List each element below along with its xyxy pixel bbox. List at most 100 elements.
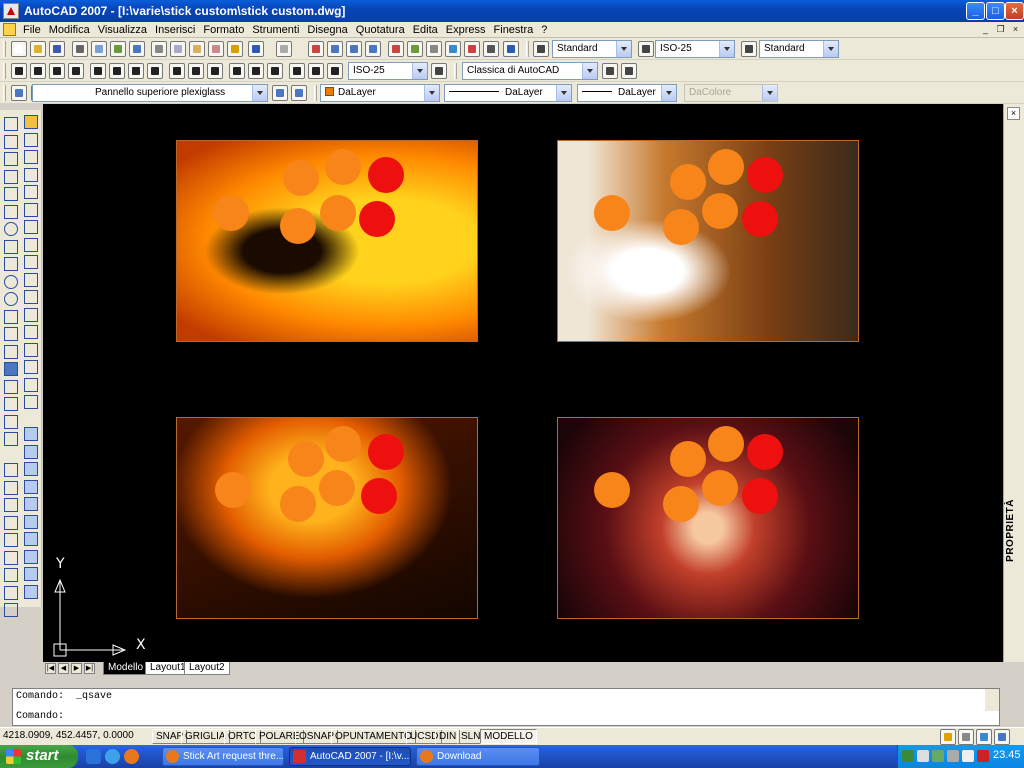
doc-minimize-button[interactable]: _ — [979, 24, 992, 35]
orange-circle[interactable] — [280, 486, 316, 522]
orange-circle[interactable] — [215, 472, 251, 508]
status-tray-icon[interactable] — [976, 729, 992, 745]
red-circle[interactable] — [368, 434, 404, 470]
layer-manager-icon[interactable] — [11, 85, 27, 101]
document-icon[interactable] — [3, 23, 16, 36]
find-icon[interactable] — [3, 515, 18, 530]
order-back-icon[interactable] — [23, 444, 38, 459]
line-icon[interactable] — [3, 116, 18, 131]
orange-circle[interactable] — [288, 441, 324, 477]
menu-item[interactable]: Finestra — [490, 23, 538, 37]
properties-palette-collapsed[interactable]: × PROPRIETÀ — [1003, 104, 1024, 662]
ellipse-icon[interactable] — [3, 274, 18, 289]
dim-update-icon[interactable] — [327, 63, 343, 79]
match-properties-icon[interactable] — [208, 41, 224, 57]
scale-text-icon[interactable] — [3, 567, 18, 582]
cut-icon[interactable] — [151, 41, 167, 57]
table-style-select[interactable]: Standard — [759, 40, 839, 58]
task-stick-art-request[interactable]: Stick Art request thre... — [162, 747, 284, 766]
diameter-dim-icon[interactable] — [128, 63, 144, 79]
tray-icon[interactable] — [917, 750, 929, 762]
close-palette-icon[interactable]: × — [1007, 107, 1020, 120]
firefox-icon[interactable] — [124, 749, 139, 764]
zoom-realtime-icon[interactable] — [327, 41, 343, 57]
zoom-window-icon[interactable] — [346, 41, 362, 57]
image-panel-tiger[interactable] — [557, 140, 859, 342]
workspace-settings-icon[interactable] — [602, 63, 618, 79]
tab-layout2[interactable]: Layout2 — [184, 662, 230, 675]
order-front-icon[interactable] — [23, 426, 38, 441]
menu-item[interactable]: File — [19, 23, 45, 37]
dim-style-manager-icon[interactable] — [431, 63, 447, 79]
center-mark-icon[interactable] — [267, 63, 283, 79]
hatch-icon[interactable] — [3, 361, 18, 376]
polyline-icon[interactable] — [3, 151, 18, 166]
fillet-icon[interactable] — [23, 377, 38, 392]
red-circle[interactable] — [742, 201, 778, 237]
menu-item[interactable]: Modifica — [45, 23, 94, 37]
ordinate-dim-icon[interactable] — [68, 63, 84, 79]
text-icon[interactable] — [3, 462, 18, 477]
make-current-layer-icon[interactable] — [272, 85, 288, 101]
new-icon[interactable] — [11, 41, 27, 57]
orange-circle[interactable] — [702, 470, 738, 506]
color-select[interactable]: DaLayer — [320, 84, 440, 102]
jogged-dim-icon[interactable] — [109, 63, 125, 79]
red-circle[interactable] — [368, 157, 404, 193]
drawing-canvas[interactable]: Y X — [43, 104, 1003, 662]
tray-icon[interactable] — [947, 750, 959, 762]
dim-style-select[interactable]: ISO-25 — [655, 40, 735, 58]
last-tab-button[interactable]: ▶| — [84, 663, 95, 674]
print-icon[interactable] — [72, 41, 88, 57]
prev-tab-button[interactable]: ◀ — [58, 663, 69, 674]
orange-circle[interactable] — [280, 208, 316, 244]
justify-text-icon[interactable] — [3, 585, 18, 600]
doc-close-button[interactable]: × — [1009, 24, 1022, 35]
chamfer-icon[interactable] — [23, 359, 38, 374]
menu-item[interactable]: ? — [537, 23, 551, 37]
toolbar-grip[interactable] — [3, 85, 6, 101]
dim-edit-icon[interactable] — [23, 549, 38, 564]
command-window[interactable]: Comando: _qsave Comando: — [12, 688, 1000, 726]
orange-circle[interactable] — [325, 149, 361, 185]
redo-icon[interactable] — [276, 41, 292, 57]
menu-item[interactable]: Inserisci — [151, 23, 199, 37]
image-panel-flames-swordsman[interactable] — [176, 140, 478, 342]
stretch-icon[interactable] — [23, 254, 38, 269]
orange-circle[interactable] — [670, 441, 706, 477]
scale-icon[interactable] — [23, 237, 38, 252]
status-toggle-opuntamento[interactable]: OPUNTAMENTO — [331, 729, 416, 744]
command-scrollbar[interactable] — [985, 689, 999, 711]
extend-icon[interactable] — [23, 289, 38, 304]
text-edit-icon[interactable] — [3, 497, 18, 512]
spline-icon[interactable] — [3, 256, 18, 271]
task-autocad[interactable]: AutoCAD 2007 - [I:\v... — [289, 747, 411, 766]
tray-icon[interactable] — [932, 750, 944, 762]
toolbar-grip[interactable] — [454, 63, 457, 79]
dim-style-select-2[interactable]: ISO-25 — [348, 62, 428, 80]
copy-icon[interactable] — [23, 132, 38, 147]
markup-icon[interactable] — [464, 41, 480, 57]
offset-icon[interactable] — [23, 167, 38, 182]
tolerance-icon[interactable] — [248, 63, 264, 79]
menu-item[interactable]: Formato — [199, 23, 248, 37]
dim-edit-icon[interactable] — [289, 63, 305, 79]
polygon-icon[interactable] — [3, 169, 18, 184]
red-circle[interactable] — [747, 434, 783, 470]
table-icon[interactable] — [3, 414, 18, 429]
array-icon[interactable] — [23, 184, 38, 199]
dim-style-icon[interactable] — [23, 531, 38, 546]
toolbar-grip[interactable] — [3, 63, 6, 79]
break-at-point-icon[interactable] — [23, 307, 38, 322]
baseline-dim-icon[interactable] — [188, 63, 204, 79]
dim-linear-icon[interactable] — [23, 496, 38, 511]
mtext-icon[interactable] — [3, 480, 18, 495]
rotate-icon[interactable] — [23, 219, 38, 234]
menu-item[interactable]: Strumenti — [248, 23, 303, 37]
doc-restore-button[interactable]: ❐ — [994, 24, 1007, 35]
gradient-icon[interactable] — [3, 379, 18, 394]
menu-item[interactable]: Express — [442, 23, 490, 37]
dim-arc-icon[interactable] — [23, 514, 38, 529]
tray-icon[interactable] — [962, 750, 974, 762]
orange-circle[interactable] — [594, 472, 630, 508]
